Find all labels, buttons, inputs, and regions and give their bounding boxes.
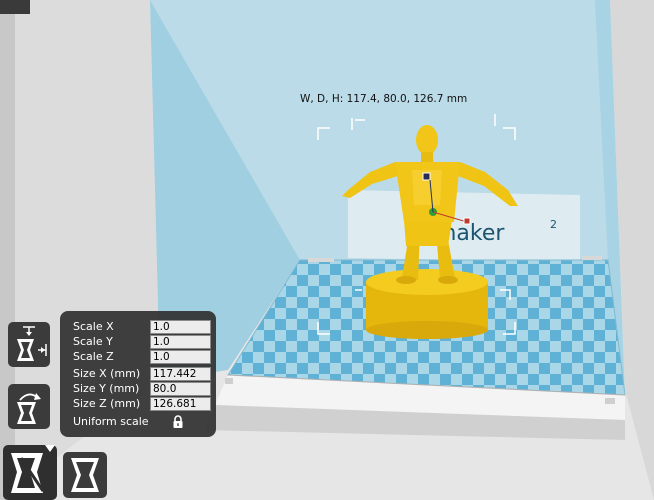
scale-z-input[interactable] (150, 350, 211, 364)
size-z-label: Size Z (mm) (73, 397, 141, 410)
scale-x-label: Scale X (73, 320, 114, 333)
reset-scale-button[interactable] (8, 384, 50, 429)
scale-z-label: Scale Z (73, 350, 114, 363)
size-x-label: Size X (mm) (73, 367, 141, 380)
scale-tool-icon (11, 445, 55, 493)
reset-scale-icon (17, 393, 41, 424)
mirror-tool-button[interactable] (63, 452, 107, 498)
size-y-input[interactable] (150, 382, 211, 396)
uniform-scale-label: Uniform scale (73, 415, 149, 428)
scale-to-max-button[interactable] (8, 322, 50, 367)
size-y-label: Size Y (mm) (73, 382, 140, 395)
dimensions-label: W, D, H: 117.4, 80.0, 126.7 mm (300, 93, 468, 105)
scale-to-max-icon (17, 326, 47, 361)
scale-tool-button[interactable] (3, 445, 57, 500)
logo-superscript: 2 (550, 218, 557, 231)
scale-x-input[interactable] (150, 320, 211, 334)
size-z-input[interactable] (150, 397, 211, 411)
scale-y-input[interactable] (150, 335, 211, 349)
size-x-input[interactable] (150, 367, 211, 381)
scale-y-label: Scale Y (73, 335, 113, 348)
lock-icon[interactable] (172, 415, 184, 429)
scale-panel: Scale X Scale Y Scale Z Size X (mm) Size… (60, 311, 216, 437)
mirror-tool-icon (71, 458, 99, 492)
window-tab (0, 0, 30, 14)
